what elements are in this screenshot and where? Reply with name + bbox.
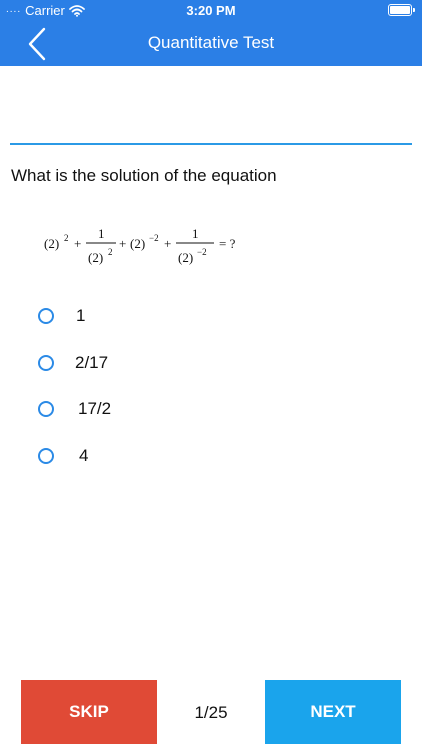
status-bar: .... Carrier 3:20 PM (0, 0, 422, 22)
page-title: Quantitative Test (147, 33, 275, 52)
eq-term1-base: (2) (44, 236, 59, 251)
eq-plus-1: + (74, 236, 81, 251)
eq-term4-base: (2) (178, 250, 193, 265)
eq-term3-base: (2) (130, 236, 145, 251)
battery-icon (388, 4, 415, 16)
eq-equals: = ? (219, 236, 236, 251)
option-label: 1 (76, 306, 86, 325)
radio-unselected-icon[interactable] (38, 401, 54, 417)
option-1[interactable]: 1 (38, 301, 85, 331)
eq-term3-exp: −2 (149, 233, 159, 243)
option-label: 17/2 (78, 399, 112, 418)
battery-fill (390, 6, 410, 14)
radio-unselected-icon[interactable] (38, 308, 54, 324)
eq-term2-numerator: 1 (98, 226, 105, 241)
eq-term2-base: (2) (88, 250, 103, 265)
radio-unselected-icon[interactable] (38, 355, 54, 371)
question-progress: 1/25 (194, 703, 228, 722)
question-equation: (2) 2 + 1 (2) 2 + (2) −2 + 1 (2) −2 = ? (40, 222, 260, 274)
eq-plus-3: + (164, 236, 171, 251)
eq-plus-2: + (119, 236, 126, 251)
option-3[interactable]: 17/2 (38, 394, 111, 424)
skip-button[interactable]: SKIP (21, 680, 157, 744)
eq-term4-numerator: 1 (192, 226, 199, 241)
eq-term2-exp: 2 (108, 247, 113, 257)
next-button[interactable]: NEXT (265, 680, 401, 744)
battery-tip (413, 8, 415, 12)
option-2[interactable]: 2/17 (38, 348, 108, 378)
radio-unselected-icon[interactable] (38, 448, 54, 464)
status-time: 3:20 PM (186, 3, 236, 18)
header-bar: .... Carrier 3:20 PM Quantitative Test (0, 0, 422, 66)
eq-term4-exp: −2 (197, 247, 207, 257)
question-text: What is the solution of the equation (11, 166, 277, 185)
eq-term1-exp: 2 (64, 233, 69, 243)
option-label: 4 (79, 446, 89, 465)
option-label: 2/17 (75, 353, 109, 372)
option-4[interactable]: 4 (38, 441, 88, 471)
question-divider (10, 143, 412, 145)
